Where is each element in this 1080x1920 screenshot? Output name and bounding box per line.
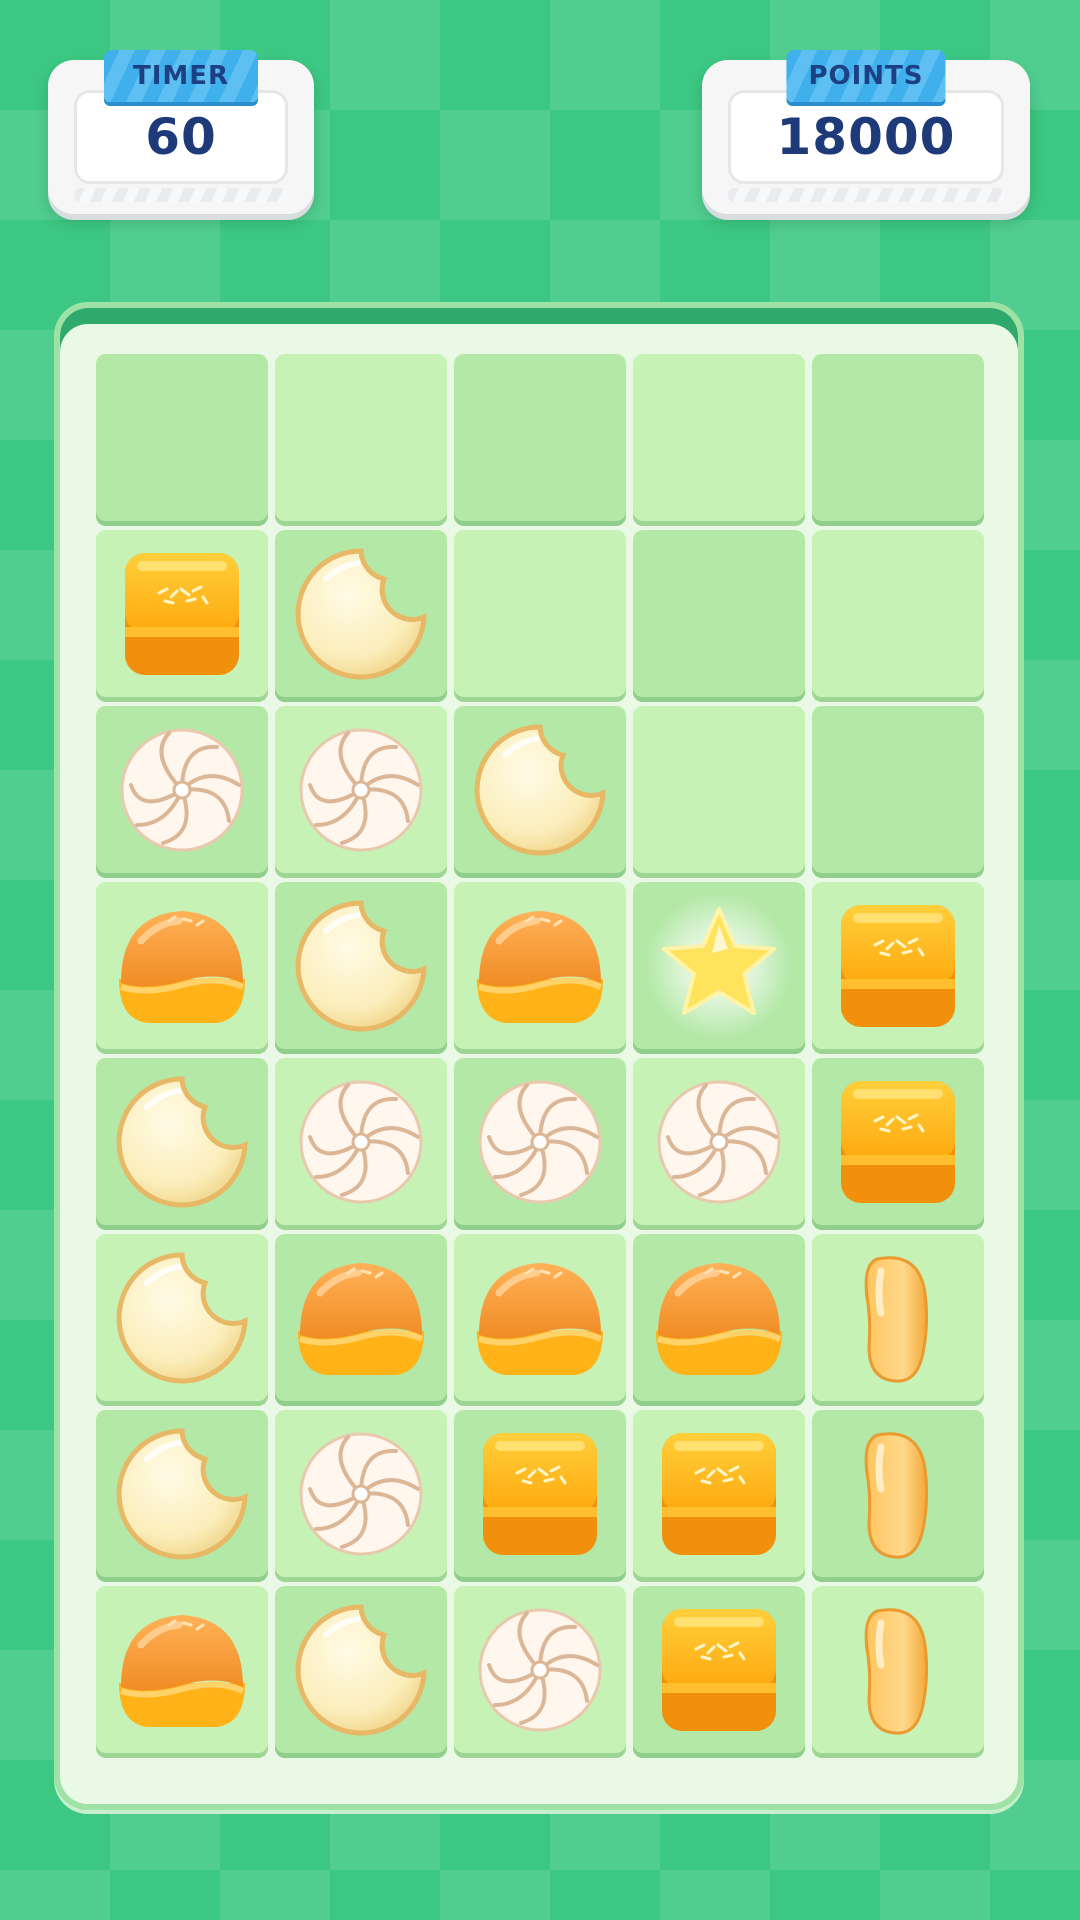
board-cell-r3-c5[interactable] [812,706,984,878]
star-bonus-icon[interactable] [644,891,794,1045]
swirl-meringue-icon[interactable] [465,1067,615,1221]
board-cell-r1-c3[interactable] [454,354,626,526]
board-cell-r3-c1[interactable] [96,706,268,878]
points-value: 18000 [776,108,956,166]
cream-puff-icon[interactable] [286,1243,436,1397]
timer-display: 60 [74,90,288,184]
swirl-meringue-icon[interactable] [465,1595,615,1749]
swirl-meringue-icon[interactable] [107,715,257,869]
board-cell-r2-c1[interactable] [96,530,268,702]
square-jelly-icon[interactable] [465,1419,615,1573]
board-cell-r5-c3[interactable] [454,1058,626,1230]
points-panel-stripe [728,188,1004,202]
board-cell-r6-c5[interactable] [812,1234,984,1406]
swirl-meringue-icon[interactable] [286,715,436,869]
jelly-bean-icon[interactable] [823,1419,973,1573]
jelly-bean-icon[interactable] [823,1595,973,1749]
board-cell-r5-c4[interactable] [633,1058,805,1230]
swirl-meringue-icon[interactable] [286,1067,436,1221]
board-cell-r7-c4[interactable] [633,1410,805,1582]
board-cell-r5-c2[interactable] [275,1058,447,1230]
jelly-bean-icon[interactable] [823,1243,973,1397]
board-cell-r3-c4[interactable] [633,706,805,878]
moon-cookie-icon[interactable] [107,1067,257,1221]
board-cell-r6-c1[interactable] [96,1234,268,1406]
points-tag: POINTS [786,50,946,102]
board-cell-r4-c3[interactable] [454,882,626,1054]
swirl-meringue-icon[interactable] [286,1419,436,1573]
board-cell-r1-c4[interactable] [633,354,805,526]
board-cell-r8-c1[interactable] [96,1586,268,1758]
board-cell-r8-c3[interactable] [454,1586,626,1758]
points-panel: 18000 POINTS [702,50,1030,214]
square-jelly-icon[interactable] [823,891,973,1045]
board-cell-r2-c5[interactable] [812,530,984,702]
moon-cookie-icon[interactable] [107,1243,257,1397]
board-cell-r3-c2[interactable] [275,706,447,878]
board-cell-r4-c2[interactable] [275,882,447,1054]
board-cell-r1-c1[interactable] [96,354,268,526]
timer-value: 60 [145,108,217,166]
board-cell-r6-c2[interactable] [275,1234,447,1406]
board-cell-r3-c3[interactable] [454,706,626,878]
square-jelly-icon[interactable] [644,1595,794,1749]
timer-panel-stripe [74,188,288,202]
timer-label: TIMER [132,61,230,91]
timer-panel: 60 TIMER [48,50,314,214]
moon-cookie-icon[interactable] [286,1595,436,1749]
board-cell-r4-c1[interactable] [96,882,268,1054]
board-cell-r2-c3[interactable] [454,530,626,702]
board-cell-r6-c3[interactable] [454,1234,626,1406]
moon-cookie-icon[interactable] [107,1419,257,1573]
cream-puff-icon[interactable] [465,1243,615,1397]
cream-puff-icon[interactable] [644,1243,794,1397]
board-cell-r7-c1[interactable] [96,1410,268,1582]
board-cell-r1-c2[interactable] [275,354,447,526]
swirl-meringue-icon[interactable] [644,1067,794,1221]
board-cell-r4-c5[interactable] [812,882,984,1054]
square-jelly-icon[interactable] [823,1067,973,1221]
points-display: 18000 [728,90,1004,184]
moon-cookie-icon[interactable] [465,715,615,869]
board-cell-r7-c2[interactable] [275,1410,447,1582]
cream-puff-icon[interactable] [107,1595,257,1749]
board-cell-r8-c5[interactable] [812,1586,984,1758]
board-cell-r7-c3[interactable] [454,1410,626,1582]
square-jelly-icon[interactable] [107,539,257,693]
board-cell-r2-c2[interactable] [275,530,447,702]
moon-cookie-icon[interactable] [286,539,436,693]
board-cell-r8-c4[interactable] [633,1586,805,1758]
board-cell-r1-c5[interactable] [812,354,984,526]
game-board-grid [96,354,984,1774]
board-cell-r5-c5[interactable] [812,1058,984,1230]
board-cell-r7-c5[interactable] [812,1410,984,1582]
moon-cookie-icon[interactable] [286,891,436,1045]
square-jelly-icon[interactable] [644,1419,794,1573]
board-cell-r4-c4[interactable] [633,882,805,1054]
points-label: POINTS [808,61,924,91]
timer-tag: TIMER [104,50,258,102]
cream-puff-icon[interactable] [465,891,615,1045]
board-cell-r2-c4[interactable] [633,530,805,702]
board-cell-r8-c2[interactable] [275,1586,447,1758]
board-cell-r6-c4[interactable] [633,1234,805,1406]
board-cell-r5-c1[interactable] [96,1058,268,1230]
cream-puff-icon[interactable] [107,891,257,1045]
